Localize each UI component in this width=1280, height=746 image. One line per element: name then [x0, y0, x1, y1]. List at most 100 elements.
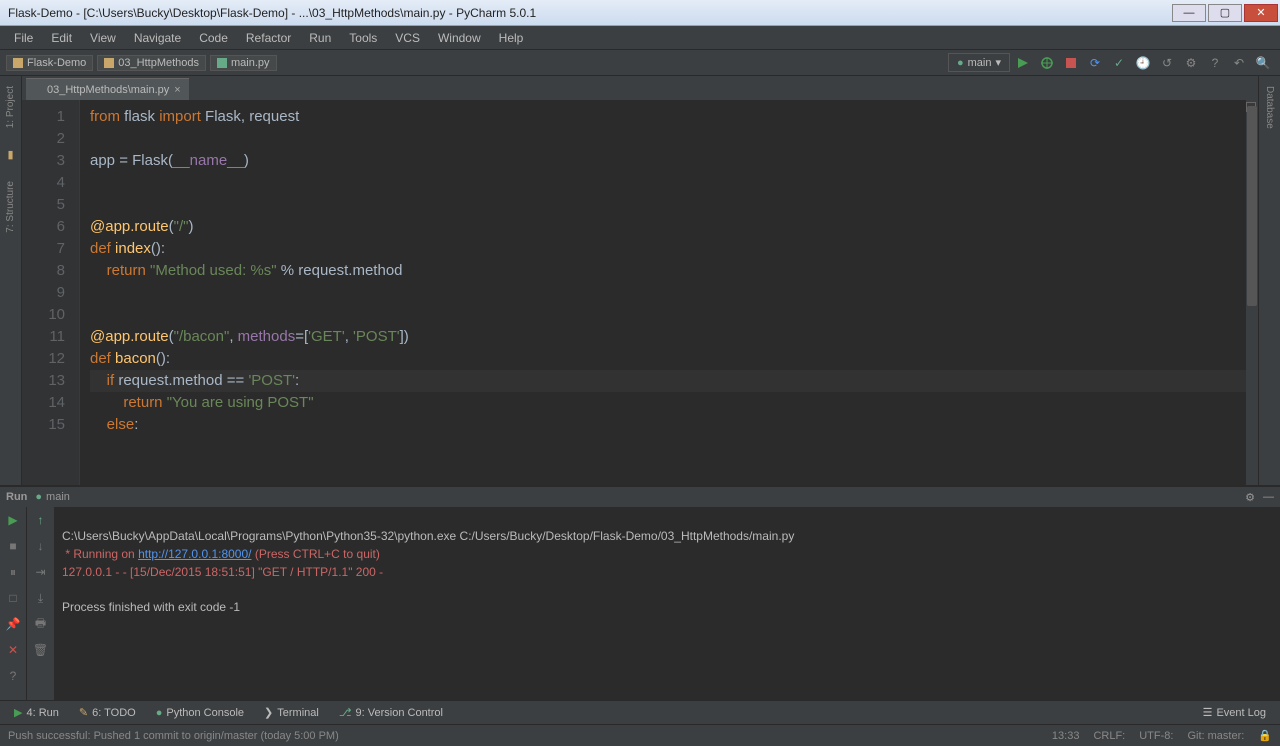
debug-button[interactable]	[1036, 53, 1058, 73]
restore-layout-icon[interactable]: □	[4, 589, 22, 607]
project-tool-button[interactable]: 1: Project	[5, 80, 16, 134]
close-button[interactable]: ✕	[1244, 4, 1278, 22]
database-tool-button[interactable]: Database	[1264, 80, 1275, 135]
scrollbar-thumb[interactable]	[1247, 106, 1257, 306]
editor-tab[interactable]: 03_HttpMethods\main.py ×	[26, 78, 189, 100]
bookmark-icon[interactable]: ▮	[7, 148, 13, 161]
code-line[interactable]: if request.method == 'POST':	[90, 370, 1258, 392]
run-tab[interactable]: ▶4: Run	[6, 704, 67, 721]
code-line[interactable]: return "Method used: %s" % request.metho…	[90, 260, 1258, 282]
code-line[interactable]: def index():	[90, 238, 1258, 260]
menu-tools[interactable]: Tools	[341, 29, 385, 47]
code-line[interactable]: @app.route("/")	[90, 216, 1258, 238]
code-line[interactable]	[90, 304, 1258, 326]
structure-tool-button[interactable]: 7: Structure	[5, 175, 16, 239]
run-config-selector[interactable]: ● main ▾	[948, 53, 1010, 72]
output-running-suffix: (Press CTRL+C to quit)	[252, 547, 380, 561]
python-icon: ●	[957, 57, 964, 69]
menu-run[interactable]: Run	[301, 29, 339, 47]
vcs-history-icon[interactable]: 🕘	[1132, 53, 1154, 73]
search-icon[interactable]: 🔍	[1252, 53, 1274, 73]
stop-button[interactable]: ■	[4, 537, 22, 555]
vcs-update-icon[interactable]: ⟳	[1084, 53, 1106, 73]
settings-icon[interactable]: ⚙	[1180, 53, 1202, 73]
hide-panel-icon[interactable]: —	[1263, 491, 1274, 503]
code-line[interactable]: else:	[90, 414, 1258, 436]
event-log-tab[interactable]: ☰Event Log	[1195, 704, 1274, 721]
code-line[interactable]	[90, 194, 1258, 216]
down-stack-icon[interactable]: ↓	[32, 537, 50, 555]
todo-icon: ✎	[79, 706, 88, 719]
minimize-button[interactable]: —	[1172, 4, 1206, 22]
output-exit: Process finished with exit code -1	[62, 600, 240, 614]
code-line[interactable]	[90, 128, 1258, 150]
menu-help[interactable]: Help	[491, 29, 532, 47]
breadcrumb-project[interactable]: Flask-Demo	[6, 55, 93, 71]
line-number: 13	[22, 370, 65, 392]
scrollbar-track[interactable]	[1246, 100, 1258, 485]
help-icon[interactable]: ?	[1204, 53, 1226, 73]
lock-icon[interactable]: 🔒	[1258, 729, 1272, 742]
help-icon[interactable]: ?	[4, 667, 22, 685]
line-separator[interactable]: CRLF:	[1093, 730, 1125, 742]
output-running-prefix: * Running on	[62, 547, 138, 561]
main-area: 1: Project ▮ 7: Structure 03_HttpMethods…	[0, 76, 1280, 485]
terminal-tab[interactable]: ❯Terminal	[256, 704, 327, 721]
up-stack-icon[interactable]: ↑	[32, 511, 50, 529]
code-line[interactable]: return "You are using POST"	[90, 392, 1258, 414]
soft-wrap-icon[interactable]: ⇥	[32, 563, 50, 581]
window-title: Flask-Demo - [C:\Users\Bucky\Desktop\Fla…	[8, 6, 1172, 20]
code-editor[interactable]: 123456789101112131415 from flask import …	[22, 100, 1258, 485]
menu-vcs[interactable]: VCS	[387, 29, 428, 47]
menu-navigate[interactable]: Navigate	[126, 29, 189, 47]
menu-window[interactable]: Window	[430, 29, 489, 47]
python-console-tab[interactable]: ●Python Console	[148, 705, 252, 721]
status-message: Push successful: Pushed 1 commit to orig…	[8, 730, 339, 742]
menu-view[interactable]: View	[82, 29, 124, 47]
line-number: 2	[22, 128, 65, 150]
version-control-tab[interactable]: ⎇9: Version Control	[331, 704, 451, 721]
code-content[interactable]: from flask import Flask, request app = F…	[80, 100, 1258, 485]
stop-button[interactable]	[1060, 53, 1082, 73]
python-icon: ●	[156, 707, 163, 719]
code-line[interactable]: from flask import Flask, request	[90, 106, 1258, 128]
breadcrumb-folder[interactable]: 03_HttpMethods	[97, 55, 206, 71]
code-line[interactable]: @app.route("/bacon", methods=['GET', 'PO…	[90, 326, 1258, 348]
file-encoding[interactable]: UTF-8:	[1139, 730, 1173, 742]
settings-icon[interactable]: ⚙	[1245, 491, 1255, 504]
menu-edit[interactable]: Edit	[43, 29, 80, 47]
line-number: 3	[22, 150, 65, 172]
breadcrumb-file[interactable]: main.py	[210, 55, 277, 71]
run-panel-header: Run ● main ⚙ —	[0, 487, 1280, 507]
line-number: 1	[22, 106, 65, 128]
menu-file[interactable]: File	[6, 29, 41, 47]
menu-refactor[interactable]: Refactor	[238, 29, 299, 47]
git-branch[interactable]: Git: master:	[1187, 730, 1244, 742]
run-header-config: main	[46, 491, 70, 503]
close-run-icon[interactable]: ✕	[4, 641, 22, 659]
pause-button[interactable]: ⏸	[4, 563, 22, 581]
print-icon[interactable]: 🖶	[32, 615, 50, 633]
run-button[interactable]	[1012, 53, 1034, 73]
run-output[interactable]: C:\Users\Bucky\AppData\Local\Programs\Py…	[54, 507, 1280, 700]
close-tab-icon[interactable]: ×	[174, 84, 180, 96]
code-line[interactable]	[90, 172, 1258, 194]
code-line[interactable]	[90, 282, 1258, 304]
python-file-icon	[34, 86, 42, 94]
output-url-link[interactable]: http://127.0.0.1:8000/	[138, 547, 251, 561]
menu-code[interactable]: Code	[191, 29, 236, 47]
vcs-revert-icon[interactable]: ↺	[1156, 53, 1178, 73]
code-line[interactable]: def bacon():	[90, 348, 1258, 370]
todo-tab[interactable]: ✎6: TODO	[71, 704, 144, 721]
undo-icon[interactable]: ↶	[1228, 53, 1250, 73]
rerun-button[interactable]: ▶	[4, 511, 22, 529]
code-line[interactable]: app = Flask(__name__)	[90, 150, 1258, 172]
python-file-icon	[217, 58, 227, 68]
clear-all-icon[interactable]: 🗑	[32, 641, 50, 659]
output-log-line: 127.0.0.1 - - [15/Dec/2015 18:51:51] "GE…	[62, 565, 383, 579]
play-icon: ▶	[14, 706, 22, 719]
scroll-to-end-icon[interactable]: ⤓	[32, 589, 50, 607]
pin-icon[interactable]: 📌	[4, 615, 22, 633]
vcs-commit-icon[interactable]: ✓	[1108, 53, 1130, 73]
maximize-button[interactable]: ▢	[1208, 4, 1242, 22]
